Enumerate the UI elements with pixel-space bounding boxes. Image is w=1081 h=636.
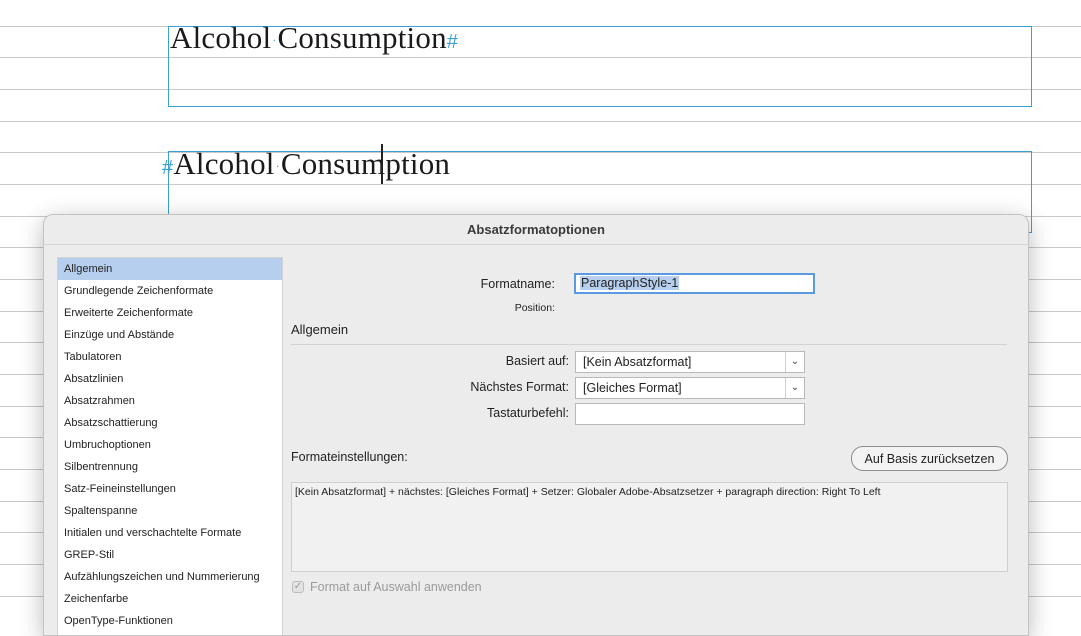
apply-to-selection-label: Format auf Auswahl anwenden (310, 580, 482, 594)
heading-ltr[interactable]: Alcohol·Consumption# (170, 20, 458, 56)
dialog-title[interactable]: Absatzformatoptionen (44, 215, 1028, 245)
sidebar-item-absatzlinien[interactable]: Absatzlinien (58, 368, 282, 390)
formatname-value: ParagraphStyle-1 (580, 276, 680, 290)
end-of-paragraph-mark: # (446, 31, 459, 53)
sidebar-item-einzuege-und-abstaende[interactable]: Einzüge und Abstände (58, 324, 282, 346)
sidebar-item-spaltenspanne[interactable]: Spaltenspanne (58, 500, 282, 522)
section-divider (291, 344, 1007, 345)
baseline-grid-line (0, 121, 1081, 122)
basiert-auf-label: Basiert auf: (505, 354, 569, 368)
sidebar-item-grundlegende-zeichenformate[interactable]: Grundlegende Zeichenformate (58, 280, 282, 302)
heading-word: Alcohol (170, 20, 272, 55)
text-caret (381, 144, 383, 184)
sidebar-item-umbruchoptionen[interactable]: Umbruchoptionen (58, 434, 282, 456)
section-title-allgemein: Allgemein (291, 322, 349, 337)
formatname-input[interactable]: ParagraphStyle-1 (574, 273, 815, 294)
paragraph-style-options-dialog: Absatzformatoptionen Allgemein Grundlege… (43, 214, 1029, 636)
sidebar-item-absatzschattierung[interactable]: Absatzschattierung (58, 412, 282, 434)
tastaturbefehl-input[interactable] (575, 403, 805, 425)
format-summary-box: [Kein Absatzformat] + nächstes: [Gleiche… (291, 482, 1008, 572)
sidebar-item-absatzrahmen[interactable]: Absatzrahmen (58, 390, 282, 412)
chevron-down-icon: ⌄ (785, 378, 804, 398)
basiert-auf-select[interactable]: [Kein Absatzformat] ⌄ (575, 351, 805, 373)
space-marker: · (275, 159, 280, 174)
apply-to-selection-checkbox[interactable]: ✓ (292, 581, 304, 593)
sidebar-item-grep-stil[interactable]: GREP-Stil (58, 544, 282, 566)
heading-word: Alcohol (173, 146, 275, 181)
settings-panel: Formatname: ParagraphStyle-1 Position: A… (291, 244, 1011, 635)
sidebar-item-initialen[interactable]: Initialen und verschachtelte Formate (58, 522, 282, 544)
sidebar-item-satz-feineinstellungen[interactable]: Satz-Feineinstellungen (58, 478, 282, 500)
chevron-down-icon: ⌄ (785, 352, 804, 372)
sidebar-item-tabulatoren[interactable]: Tabulatoren (58, 346, 282, 368)
reset-to-base-button[interactable]: Auf Basis zurücksetzen (851, 446, 1008, 471)
space-marker: · (272, 33, 277, 48)
position-label: Position: (514, 302, 555, 314)
basiert-auf-value: [Kein Absatzformat] (583, 355, 692, 369)
end-of-paragraph-mark: # (162, 157, 174, 179)
category-list[interactable]: Allgemein Grundlegende Zeichenformate Er… (57, 257, 283, 635)
sidebar-item-opentype-funktionen[interactable]: OpenType-Funktionen (58, 610, 282, 632)
sidebar-item-aufzaehlungszeichen[interactable]: Aufzählungszeichen und Nummerierung (58, 566, 282, 588)
naechstes-format-value: [Gleiches Format] (583, 381, 682, 395)
heading-word: Consumption (277, 20, 447, 55)
sidebar-item-silbentrennung[interactable]: Silbentrennung (58, 456, 282, 478)
sidebar-item-allgemein[interactable]: Allgemein (58, 258, 282, 280)
formatname-label: Formatname: (480, 277, 555, 291)
heading-word: Consumption (280, 146, 451, 181)
formateinstellungen-label: Formateinstellungen: (291, 450, 408, 464)
tastaturbefehl-label: Tastaturbefehl: (487, 406, 569, 420)
naechstes-format-label: Nächstes Format: (470, 380, 569, 394)
sidebar-item-zeichenfarbe[interactable]: Zeichenfarbe (58, 588, 282, 610)
heading-rtl[interactable]: #Alcohol·Consumption (162, 146, 450, 182)
naechstes-format-select[interactable]: [Gleiches Format] ⌄ (575, 377, 805, 399)
sidebar-item-erweiterte-zeichenformate[interactable]: Erweiterte Zeichenformate (58, 302, 282, 324)
